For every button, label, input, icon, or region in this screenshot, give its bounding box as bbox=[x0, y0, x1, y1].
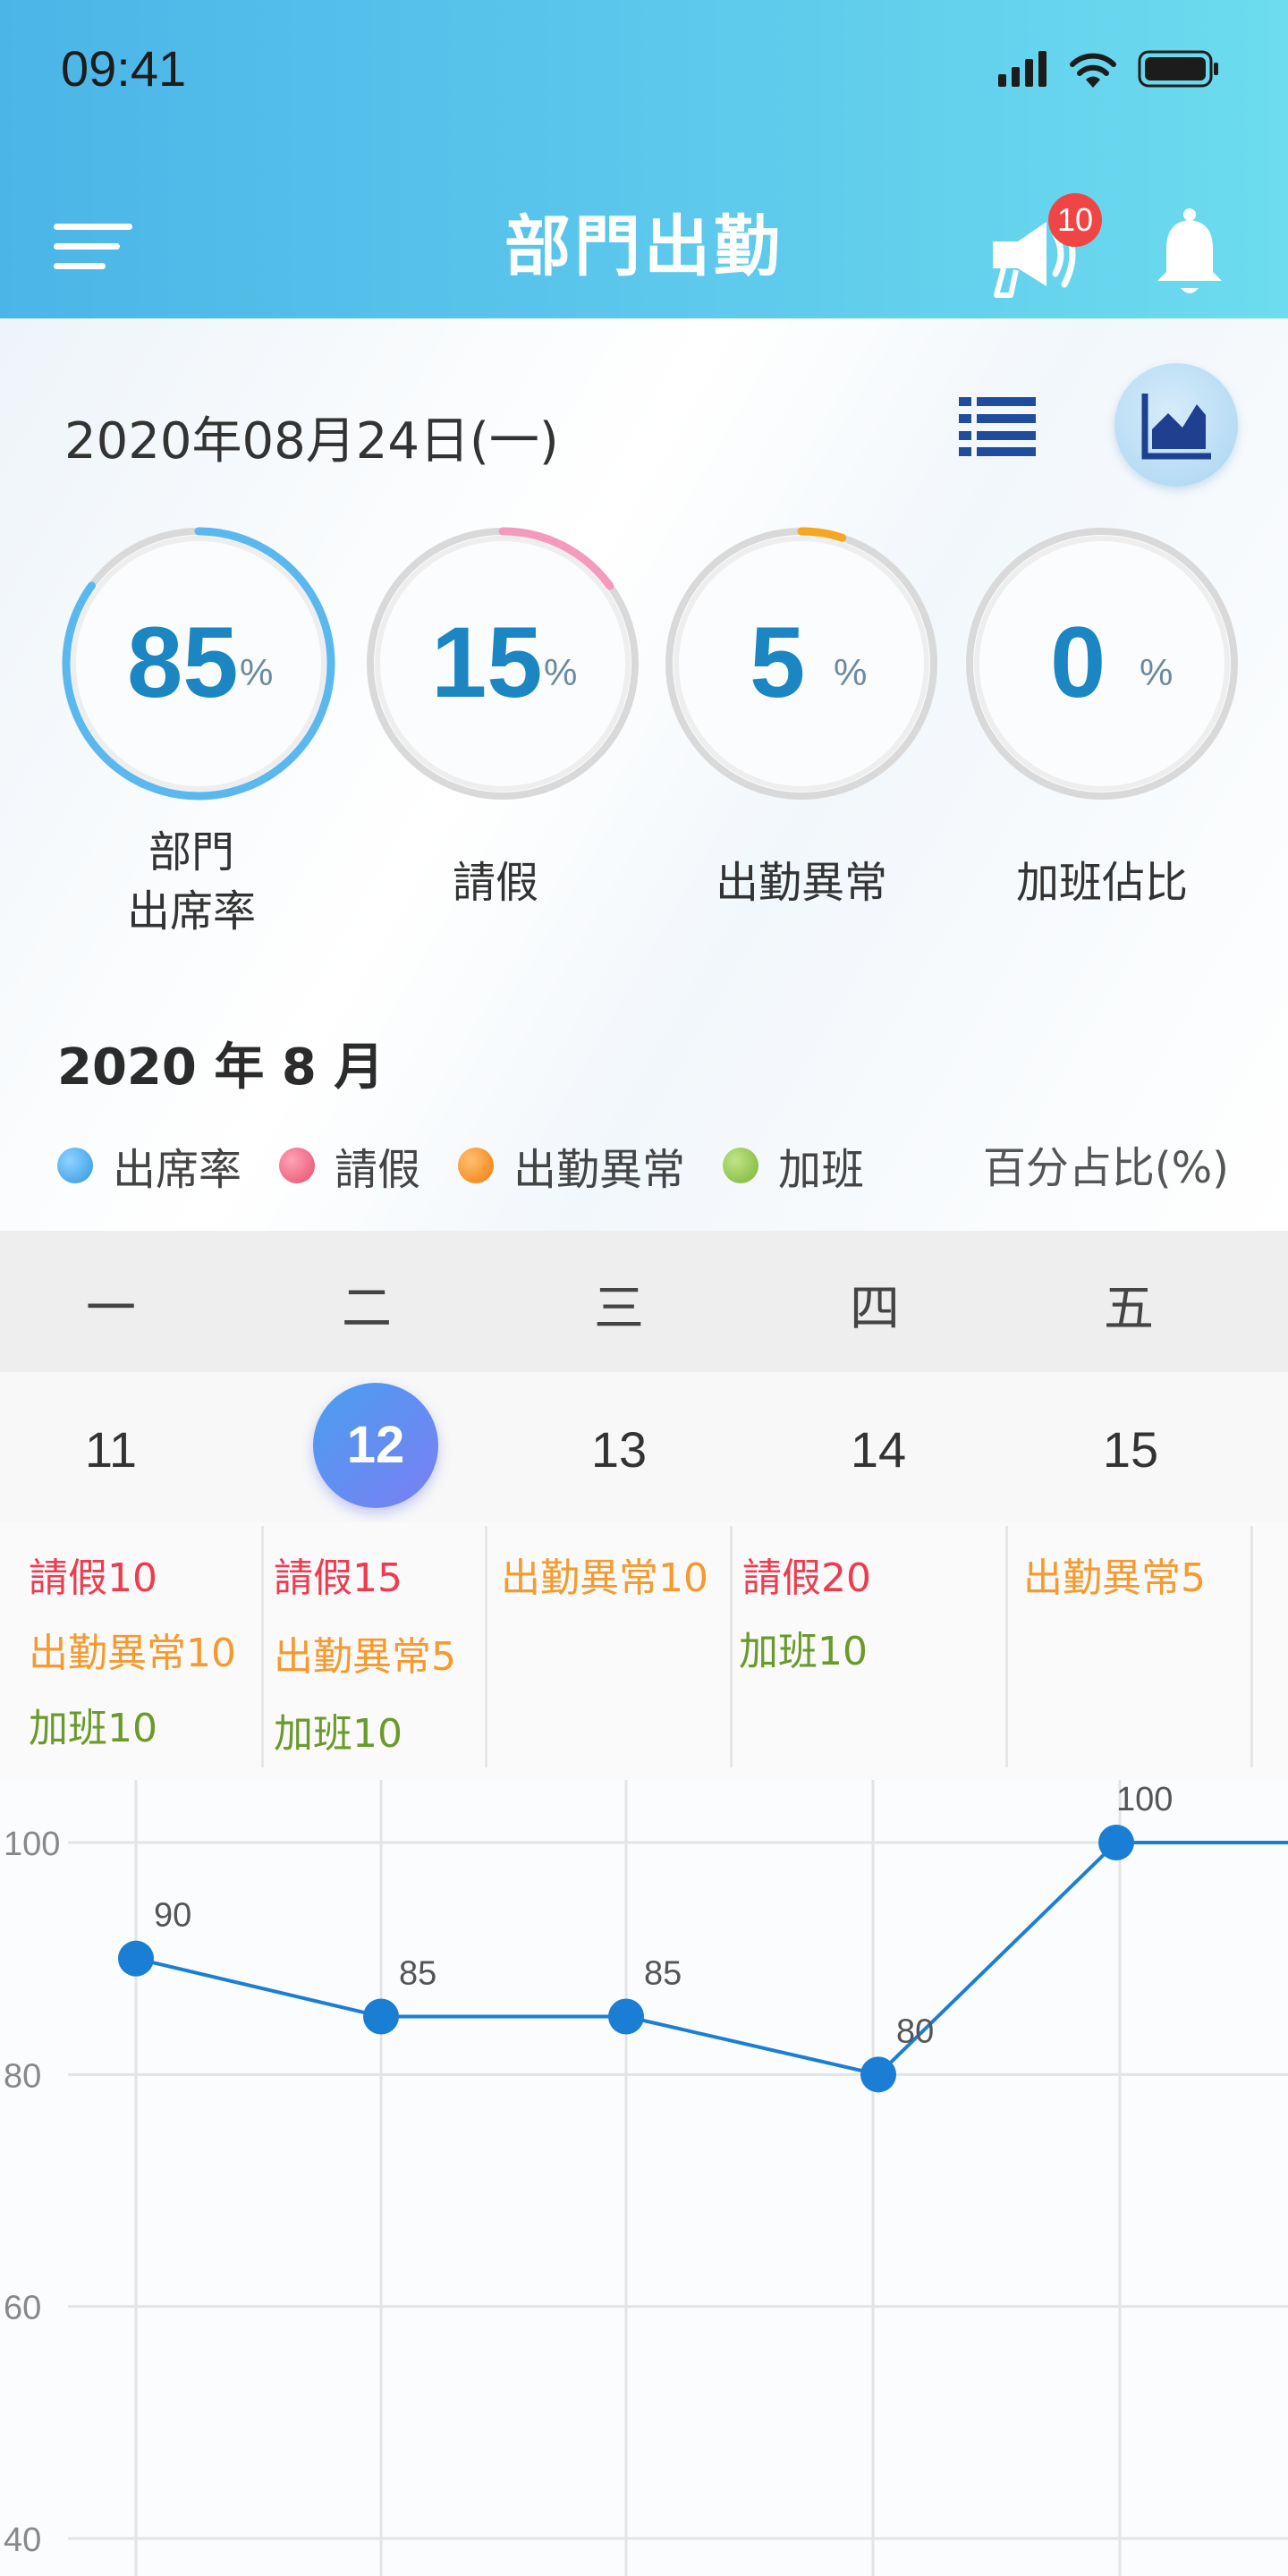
data-label: 85 bbox=[644, 1955, 682, 1993]
data-label: 80 bbox=[896, 2012, 934, 2050]
legend-dot bbox=[57, 1148, 93, 1183]
status-time: 09:41 bbox=[61, 40, 187, 97]
weekday-wed: 三 bbox=[594, 1280, 644, 1338]
date-15[interactable]: 15 bbox=[1068, 1420, 1193, 1479]
attendance-rate-label: 部門 出席率 bbox=[126, 827, 256, 936]
legend-item-anomaly: 出勤異常 bbox=[458, 1134, 685, 1197]
attendance-anomaly-gauge: 5 % bbox=[660, 522, 943, 805]
gauge-unit: % bbox=[834, 651, 868, 693]
battery-icon bbox=[1138, 50, 1218, 88]
column-divider bbox=[485, 1526, 487, 1767]
weekday-mon: 一 bbox=[86, 1280, 136, 1338]
data-point bbox=[608, 1998, 644, 2035]
overtime-ratio-label: 加班佔比 bbox=[1015, 858, 1188, 908]
leave-gauge: 15 % bbox=[361, 522, 644, 805]
gauge-unit: % bbox=[1140, 651, 1174, 693]
event-overtime: 加班10 bbox=[274, 1711, 402, 1757]
gauge-unit: % bbox=[544, 651, 578, 693]
event-anomaly: 出勤異常10 bbox=[501, 1555, 708, 1601]
current-date: 2020年08月24日(一) bbox=[64, 412, 559, 470]
y-tick-label: 60 bbox=[4, 2290, 41, 2327]
wifi-icon bbox=[1070, 53, 1116, 88]
list-view-icon[interactable] bbox=[959, 395, 1036, 458]
event-leave: 請假20 bbox=[742, 1555, 871, 1601]
gauge-value: 15 bbox=[431, 606, 543, 718]
cellular-signal-icon bbox=[998, 51, 1046, 87]
legend-dot bbox=[458, 1148, 495, 1183]
app-header: 09:41 部門出勤 10 bbox=[0, 0, 1288, 318]
date-11[interactable]: 11 bbox=[48, 1420, 174, 1479]
legend-dot bbox=[279, 1148, 316, 1183]
data-point bbox=[860, 2056, 896, 2093]
data-label: 90 bbox=[154, 1897, 191, 1935]
gauge-unit: % bbox=[240, 651, 274, 693]
y-tick-label: 100 bbox=[4, 1826, 60, 1863]
y-tick-label: 80 bbox=[4, 2057, 41, 2095]
data-point bbox=[1098, 1825, 1134, 1860]
weekday-tue: 二 bbox=[342, 1280, 392, 1338]
overtime-ratio-gauge: 0 % bbox=[961, 522, 1243, 805]
attendance-line-chart: 40 60 80 100 90 85 85 80 100 bbox=[0, 1780, 1288, 2576]
event-anomaly: 出勤異常5 bbox=[1023, 1555, 1206, 1601]
gauge-value: 0 bbox=[1050, 606, 1106, 718]
event-leave: 請假15 bbox=[274, 1555, 402, 1601]
column-divider bbox=[1005, 1526, 1008, 1767]
date-12-selected[interactable]: 12 bbox=[313, 1383, 438, 1508]
column-divider bbox=[730, 1526, 733, 1767]
attendance-line bbox=[135, 1841, 1288, 2077]
line-chart-svg: 40 60 80 100 90 85 85 80 100 bbox=[4, 1780, 1288, 2576]
percentage-note: 百分占比(%) bbox=[982, 1143, 1229, 1193]
chart-legend: 出席率 請假 出勤異常 加班 bbox=[57, 1134, 902, 1197]
data-label: 100 bbox=[1116, 1781, 1173, 1818]
legend-item-leave: 請假 bbox=[279, 1134, 420, 1197]
notification-count-badge: 10 bbox=[1048, 193, 1102, 247]
event-leave: 請假10 bbox=[29, 1555, 157, 1601]
gauge-value: 85 bbox=[127, 606, 239, 718]
bell-icon[interactable] bbox=[1150, 202, 1229, 301]
event-overtime: 加班10 bbox=[739, 1629, 868, 1674]
y-tick-label: 40 bbox=[4, 2521, 41, 2559]
date-14[interactable]: 14 bbox=[816, 1420, 941, 1479]
month-title: 2020 年 8 月 bbox=[57, 1038, 385, 1097]
weekday-thu: 四 bbox=[850, 1280, 900, 1338]
event-anomaly: 出勤異常10 bbox=[29, 1631, 236, 1676]
legend-dot bbox=[723, 1148, 759, 1183]
attendance-rate-gauge: 85 % bbox=[57, 522, 340, 805]
event-anomaly: 出勤異常5 bbox=[274, 1634, 456, 1680]
area-chart-icon bbox=[1141, 394, 1211, 460]
date-13[interactable]: 13 bbox=[556, 1420, 682, 1479]
data-point bbox=[118, 1940, 154, 1977]
column-divider bbox=[261, 1526, 264, 1767]
column-divider bbox=[1250, 1526, 1253, 1767]
weekday-fri: 五 bbox=[1104, 1280, 1154, 1338]
data-point bbox=[363, 1998, 399, 2035]
chart-view-button[interactable] bbox=[1114, 363, 1238, 487]
leave-label: 請假 bbox=[452, 858, 538, 908]
data-label: 85 bbox=[399, 1955, 436, 1993]
legend-item-attendance: 出席率 bbox=[57, 1134, 242, 1197]
gauge-value: 5 bbox=[750, 606, 806, 718]
attendance-anomaly-label: 出勤異常 bbox=[715, 858, 887, 908]
status-icons bbox=[998, 50, 1220, 88]
legend-item-overtime: 加班 bbox=[723, 1134, 864, 1197]
event-overtime: 加班10 bbox=[29, 1706, 157, 1751]
